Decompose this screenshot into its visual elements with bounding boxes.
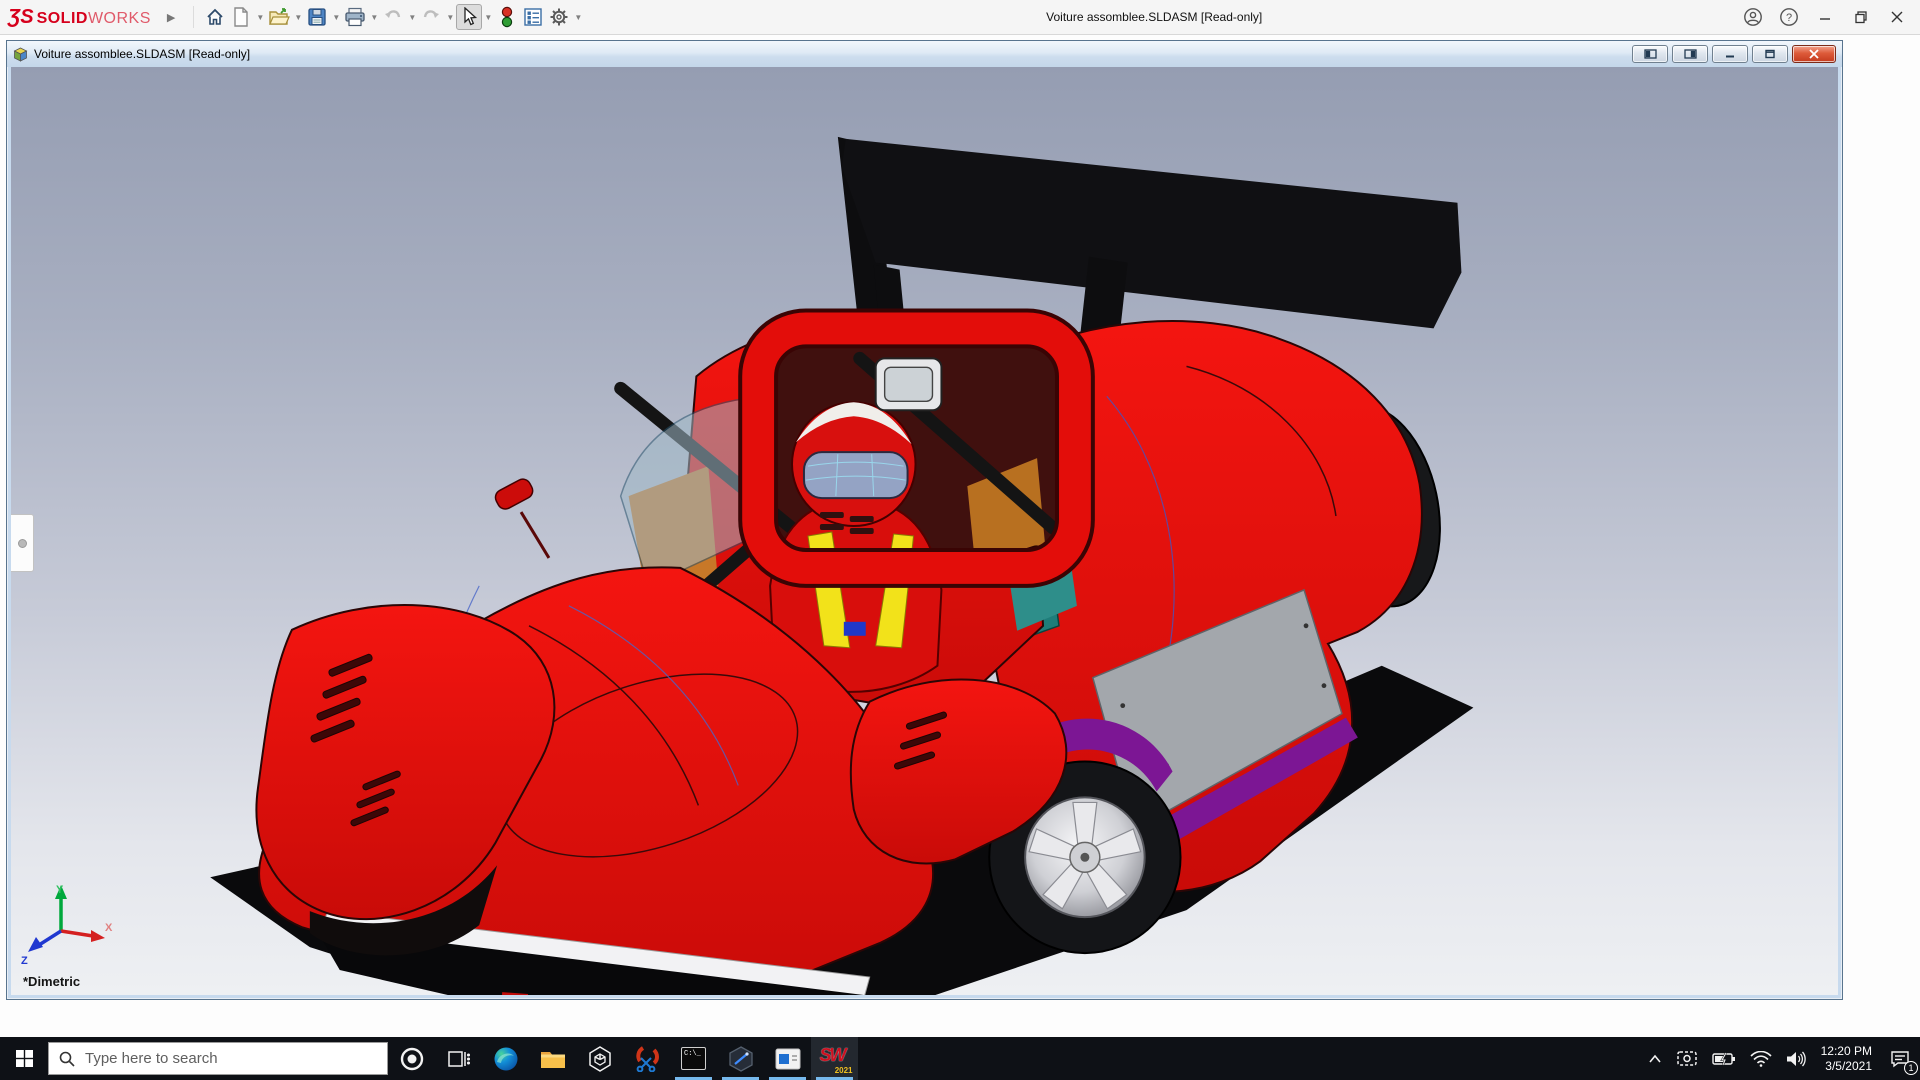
save-dropdown-icon[interactable]: ▼ bbox=[330, 13, 342, 22]
car-air-intake bbox=[876, 358, 942, 410]
taskbar-search[interactable] bbox=[48, 1042, 388, 1075]
document-window-buttons bbox=[1628, 45, 1836, 63]
solidworks-logo: ƷS SOLID WORKS bbox=[8, 6, 151, 29]
standard-toolbar: ▼ ▼ ▼ ▼ ▼ ▼ ▼ bbox=[202, 4, 584, 30]
task-view-icon bbox=[448, 1050, 470, 1068]
redo-button[interactable] bbox=[418, 4, 444, 30]
options-dropdown-icon[interactable]: ▼ bbox=[572, 13, 584, 22]
app-window-title: Voiture assomblee.SLDASM [Read-only] bbox=[1046, 10, 1262, 24]
solidworks-2021-icon: SW 2021 bbox=[820, 1045, 850, 1073]
wifi-icon[interactable] bbox=[1743, 1037, 1779, 1080]
command-prompt-button[interactable]: C:\_ bbox=[670, 1037, 717, 1080]
undo-dropdown-icon[interactable]: ▼ bbox=[406, 13, 418, 22]
options-gear-button[interactable] bbox=[546, 4, 572, 30]
system-tray: 12:20 PM 3/5/2021 1 bbox=[1641, 1037, 1920, 1080]
start-button[interactable] bbox=[0, 1037, 48, 1080]
document-window: Voiture assomblee.SLDASM [Read-only] bbox=[6, 40, 1843, 1000]
select-dropdown-icon[interactable]: ▼ bbox=[482, 13, 494, 22]
cortana-button[interactable] bbox=[388, 1037, 435, 1080]
document-close-button[interactable] bbox=[1792, 45, 1836, 63]
volume-icon[interactable] bbox=[1779, 1037, 1813, 1080]
3d-viewer-button[interactable] bbox=[576, 1037, 623, 1080]
solidworks-logo-glyph: ƷS bbox=[8, 6, 34, 29]
system-window-icon bbox=[775, 1048, 801, 1070]
search-input[interactable] bbox=[85, 1050, 345, 1067]
windows-logo-icon bbox=[16, 1050, 33, 1067]
rebuild-button[interactable] bbox=[494, 4, 520, 30]
car-left-mirror bbox=[493, 476, 549, 558]
help-icon[interactable]: ? bbox=[1774, 4, 1804, 30]
undo-button[interactable] bbox=[380, 4, 406, 30]
restore-button[interactable] bbox=[1846, 4, 1876, 30]
open-button[interactable] bbox=[266, 4, 292, 30]
solidworks-taskbar-button[interactable]: SW 2021 bbox=[811, 1037, 858, 1080]
taskbar-clock[interactable]: 12:20 PM 3/5/2021 bbox=[1813, 1037, 1880, 1080]
edge-button[interactable] bbox=[482, 1037, 529, 1080]
clock-time: 12:20 PM bbox=[1821, 1044, 1872, 1059]
feature-panel-tab[interactable] bbox=[11, 514, 34, 572]
edge-icon bbox=[493, 1046, 519, 1072]
triad-x-label: X bbox=[105, 922, 113, 934]
cortana-icon bbox=[399, 1046, 425, 1072]
document-titlebar[interactable]: Voiture assomblee.SLDASM [Read-only] bbox=[7, 41, 1842, 67]
3d-viewer-icon bbox=[588, 1046, 612, 1072]
app-titlebar: ƷS SOLID WORKS ▶ ▼ ▼ ▼ ▼ ▼ bbox=[0, 0, 1920, 35]
panel-tab-grip-icon bbox=[18, 539, 27, 548]
redo-dropdown-icon[interactable]: ▼ bbox=[444, 13, 456, 22]
notification-badge: 1 bbox=[1904, 1061, 1918, 1075]
hexagon-compass-icon bbox=[728, 1046, 754, 1072]
document-restore-button[interactable] bbox=[1752, 45, 1788, 63]
triad-y-label: Y bbox=[56, 884, 64, 896]
menu-expand-arrow-icon[interactable]: ▶ bbox=[167, 11, 175, 24]
3d-model-race-car bbox=[11, 67, 1838, 995]
desktop-screen: ƷS SOLID WORKS ▶ ▼ ▼ ▼ ▼ ▼ bbox=[0, 0, 1920, 1080]
pane-left-button[interactable] bbox=[1632, 45, 1668, 63]
battery-icon[interactable] bbox=[1705, 1037, 1743, 1080]
new-document-dropdown-icon[interactable]: ▼ bbox=[254, 13, 266, 22]
cad-hex-app-button[interactable] bbox=[717, 1037, 764, 1080]
clock-date: 3/5/2021 bbox=[1821, 1059, 1872, 1074]
hidden-icons-chevron[interactable] bbox=[1641, 1037, 1669, 1080]
select-tool-button[interactable] bbox=[456, 4, 482, 30]
orientation-triad: Y X Z bbox=[19, 881, 115, 967]
snip-sketch-icon bbox=[634, 1046, 660, 1072]
action-center-button[interactable]: 1 bbox=[1880, 1037, 1920, 1080]
open-dropdown-icon[interactable]: ▼ bbox=[292, 13, 304, 22]
pane-right-button[interactable] bbox=[1672, 45, 1708, 63]
save-button[interactable] bbox=[304, 4, 330, 30]
search-icon bbox=[59, 1051, 75, 1067]
print-button[interactable] bbox=[342, 4, 368, 30]
minimize-button[interactable] bbox=[1810, 4, 1840, 30]
tray-display-icon[interactable] bbox=[1669, 1037, 1705, 1080]
file-explorer-icon bbox=[540, 1048, 566, 1070]
graphics-viewport[interactable]: Y X Z *Dimetric bbox=[11, 67, 1838, 995]
triad-z-label: Z bbox=[21, 955, 28, 967]
svg-text:?: ? bbox=[1786, 12, 1792, 24]
account-icon[interactable] bbox=[1738, 4, 1768, 30]
print-dropdown-icon[interactable]: ▼ bbox=[368, 13, 380, 22]
document-title: Voiture assomblee.SLDASM [Read-only] bbox=[34, 47, 250, 61]
system-window-app-button[interactable] bbox=[764, 1037, 811, 1080]
solidworks-logo-bold: SOLID bbox=[37, 10, 88, 28]
file-explorer-button[interactable] bbox=[529, 1037, 576, 1080]
assembly-file-icon bbox=[13, 47, 28, 62]
titlebar-system-icons: ? bbox=[1738, 4, 1912, 30]
command-prompt-icon: C:\_ bbox=[681, 1047, 706, 1070]
task-view-button[interactable] bbox=[435, 1037, 482, 1080]
view-orientation-label: *Dimetric bbox=[23, 974, 80, 989]
properties-button[interactable] bbox=[520, 4, 546, 30]
windows-taskbar: C:\_ SW 2021 bbox=[0, 1037, 1920, 1080]
snip-sketch-button[interactable] bbox=[623, 1037, 670, 1080]
close-button[interactable] bbox=[1882, 4, 1912, 30]
document-minimize-button[interactable] bbox=[1712, 45, 1748, 63]
toolbar-separator bbox=[193, 6, 194, 28]
new-document-button[interactable] bbox=[228, 4, 254, 30]
home-button[interactable] bbox=[202, 4, 228, 30]
solidworks-logo-light: WORKS bbox=[88, 10, 151, 28]
